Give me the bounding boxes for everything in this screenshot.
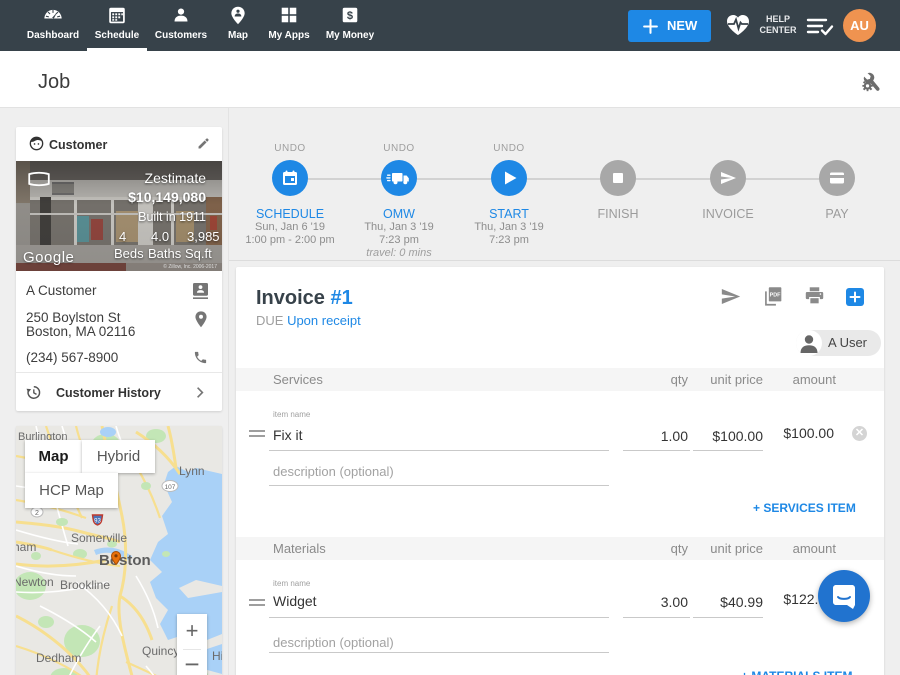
svg-text:PDF: PDF [770,292,782,298]
svg-text:Somerville: Somerville [71,531,127,545]
svg-text:Brookline: Brookline [60,578,110,592]
svg-text:Lynn: Lynn [179,464,205,478]
svg-text:ham: ham [16,540,36,554]
svg-text:$: $ [347,10,354,22]
svg-text:2: 2 [35,510,39,517]
svg-text:107: 107 [165,484,176,491]
svg-text:Hi: Hi [212,649,222,663]
svg-text:93: 93 [94,519,101,525]
svg-text:Newton: Newton [16,575,54,589]
svg-text:Dedham: Dedham [36,651,81,665]
svg-text:Boston: Boston [99,552,151,569]
svg-text:Quincy: Quincy [142,644,179,658]
